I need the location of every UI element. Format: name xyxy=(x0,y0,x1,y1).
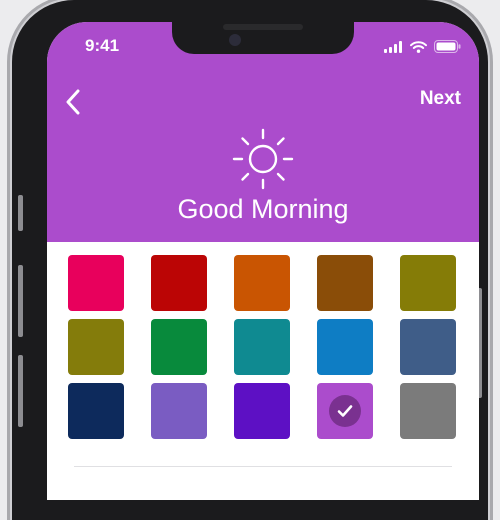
page-title: Good Morning xyxy=(177,194,349,224)
color-swatch-olive[interactable] xyxy=(400,255,456,311)
color-swatch-violet[interactable] xyxy=(234,383,290,439)
color-swatch-blue[interactable] xyxy=(317,319,373,375)
volume-down-button xyxy=(18,355,23,427)
color-swatch-purple[interactable] xyxy=(317,383,373,439)
battery-icon xyxy=(434,40,461,53)
color-swatch-gray[interactable] xyxy=(400,383,456,439)
color-swatch-lavender-purple[interactable] xyxy=(151,383,207,439)
back-button[interactable] xyxy=(55,84,91,120)
color-swatch-navy[interactable] xyxy=(68,383,124,439)
speaker-grille xyxy=(223,24,303,30)
color-swatch-dark-olive[interactable] xyxy=(68,319,124,375)
status-icons xyxy=(384,40,461,53)
color-swatch-red[interactable] xyxy=(151,255,207,311)
mute-switch xyxy=(18,195,23,231)
header: 9:41 Next Good Morning xyxy=(47,22,479,242)
wifi-icon xyxy=(410,40,427,53)
color-swatch-orange[interactable] xyxy=(234,255,290,311)
chevron-left-icon xyxy=(66,89,80,115)
signal-icon xyxy=(384,40,402,53)
checkmark-icon xyxy=(329,395,361,427)
color-swatch-brown[interactable] xyxy=(317,255,373,311)
color-swatch-pink-red[interactable] xyxy=(68,255,124,311)
color-swatch-green[interactable] xyxy=(151,319,207,375)
color-grid xyxy=(68,255,456,439)
volume-up-button xyxy=(18,265,23,337)
sun-icon xyxy=(232,128,294,190)
color-swatch-teal[interactable] xyxy=(234,319,290,375)
status-time: 9:41 xyxy=(85,36,120,55)
next-button[interactable]: Next xyxy=(420,88,461,110)
screen: 9:41 Next Good Morning xyxy=(47,22,479,500)
divider xyxy=(74,466,452,467)
front-camera xyxy=(229,34,241,46)
phone-frame: 9:41 Next Good Morning xyxy=(12,0,488,520)
color-swatch-steel-blue[interactable] xyxy=(400,319,456,375)
